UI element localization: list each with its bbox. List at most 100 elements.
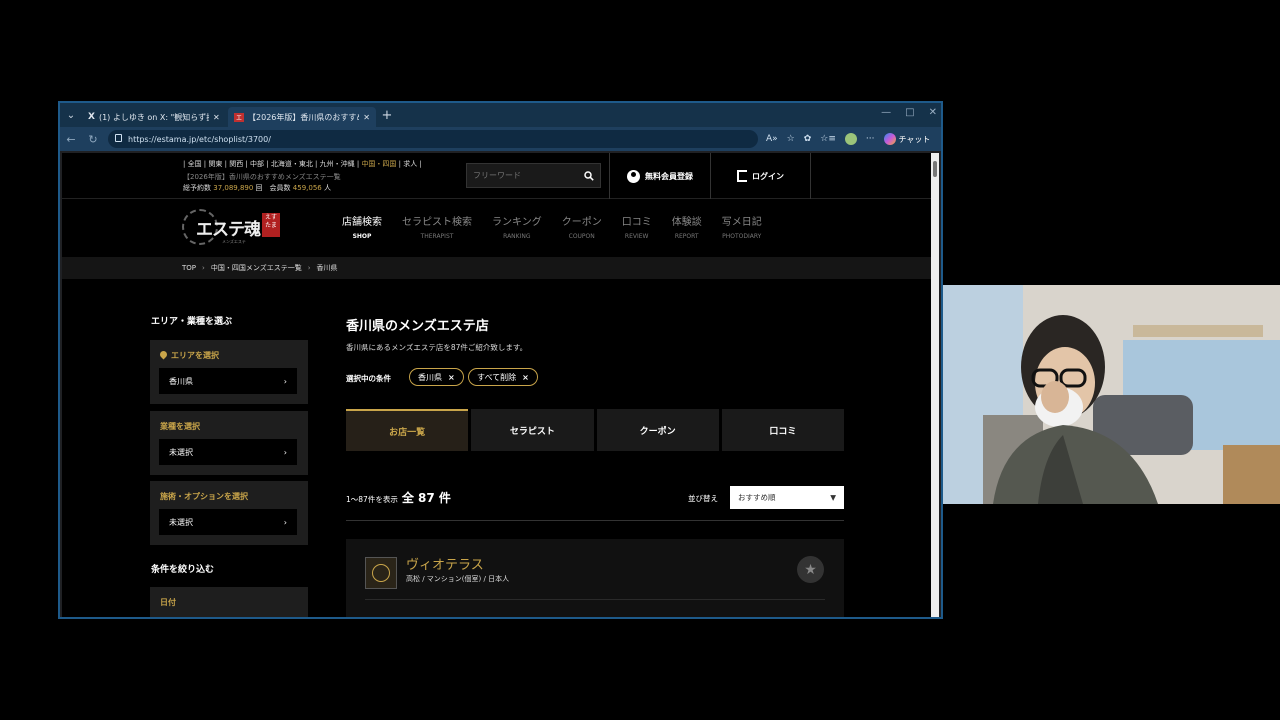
breadcrumb-current: 香川県 [316, 264, 338, 272]
close-window-button[interactable]: ✕ [929, 107, 937, 118]
reservation-count: 37,089,890 [213, 184, 254, 192]
sort-select[interactable]: おすすめ順 ▼ [730, 486, 844, 509]
minimize-button[interactable]: — [881, 107, 891, 118]
logo-tag: えすたま [262, 213, 280, 237]
copilot-icon [883, 133, 896, 145]
nav-label: 口コミ [621, 217, 652, 228]
region-current[interactable]: 中国・四国 [361, 160, 396, 168]
page-scrollbar[interactable] [931, 153, 939, 617]
tab-actions-button[interactable]: ⌄ [60, 105, 82, 125]
register-button[interactable]: 無料会員登録 [609, 153, 710, 199]
tab-coupons[interactable]: クーポン [596, 409, 719, 451]
stats-label: 総予約数 [183, 184, 214, 192]
area-select[interactable]: 香川県 › [159, 368, 297, 394]
login-icon [737, 170, 747, 182]
nav-sublabel: RANKING [503, 233, 531, 240]
scrollbar-thumb[interactable] [933, 161, 937, 177]
read-aloud-icon[interactable]: A» [766, 134, 778, 144]
login-button[interactable]: ログイン [710, 153, 811, 199]
member-count: 459,056 [292, 184, 322, 192]
toolbar-icons: A» ☆ ✿ ☆≡ ··· チャット [766, 133, 930, 145]
area-filter-label: エリアを選択 [160, 350, 219, 361]
date-filter[interactable]: 日付 [150, 587, 308, 617]
maximize-button[interactable]: □ [905, 107, 914, 118]
option-value: 未選択 [169, 517, 193, 527]
condition-chip-clear-all[interactable]: すべて削除 × [468, 368, 538, 386]
tab-reviews[interactable]: 口コミ [721, 409, 844, 451]
area-label-text: エリアを選択 [171, 351, 219, 360]
tab-therapists[interactable]: セラピスト [471, 409, 594, 451]
chevron-right-icon: › [283, 376, 287, 386]
browser-window: ⌄ X (1) よしゆき on X: "観知らず抜いた 検 ✕ エ 【2026年… [58, 101, 943, 619]
nav-sublabel: REPORT [674, 233, 699, 240]
nav-sublabel: REVIEW [624, 233, 649, 240]
screen: ⌄ X (1) よしゆき on X: "観知らず抜いた 検 ✕ エ 【2026年… [0, 0, 1280, 720]
copilot-chat-button[interactable]: チャット [883, 133, 930, 145]
tab-title: 【2026年版】香川県のおすすめメンズ: [248, 112, 359, 122]
industry-select[interactable]: 未選択 › [159, 439, 297, 465]
close-icon[interactable]: × [522, 373, 529, 382]
divider [346, 520, 844, 521]
favorites-icon[interactable]: ☆≡ [820, 134, 836, 144]
close-icon[interactable]: × [448, 373, 455, 382]
favorite-star-icon[interactable]: ★ [797, 556, 824, 583]
shop-logo-emblem [372, 564, 390, 582]
condition-chip-kagawa[interactable]: 香川県 × [409, 368, 464, 386]
tab-estama[interactable]: エ 【2026年版】香川県のおすすめメンズ: ✕ [228, 107, 376, 127]
search-input[interactable] [467, 164, 578, 187]
favorite-star-icon[interactable]: ☆ [787, 134, 795, 144]
extensions-icon[interactable]: ✿ [804, 134, 812, 144]
more-icon[interactable]: ··· [866, 134, 875, 144]
nav-shop[interactable]: 店舗検索 SHOP [332, 213, 392, 240]
nav-report[interactable]: 体験談 REPORT [662, 213, 712, 240]
nav-ranking[interactable]: ランキング RANKING [482, 213, 552, 240]
profile-icon[interactable] [844, 133, 857, 145]
tab-x[interactable]: X (1) よしゆき on X: "観知らず抜いた 検 ✕ [82, 107, 228, 127]
nav-sublabel: COUPON [568, 233, 595, 240]
chevron-right-icon: › [283, 517, 287, 527]
lock-icon [115, 134, 122, 142]
close-tab-icon[interactable]: ✕ [213, 113, 220, 122]
new-tab-button[interactable]: + [376, 105, 398, 125]
page-title: 香川県のメンズエステ店 [346, 319, 489, 334]
breadcrumb-top[interactable]: TOP [182, 264, 196, 272]
nav-review[interactable]: 口コミ REVIEW [612, 213, 662, 240]
search-icon[interactable] [578, 170, 600, 181]
address-bar[interactable]: https://estama.jp/etc/shoplist/3700/ [108, 130, 758, 148]
site-nav: エステ魂 えすたま メンズエステ 店舗検索 SHOP セラピスト検索 THERAPI… [62, 199, 931, 257]
industry-filter-label: 業種を選択 [160, 422, 200, 431]
count-total: 全 87 件 [401, 491, 451, 505]
area-filter: エリアを選択 香川県 › [150, 340, 308, 404]
industry-filter: 業種を選択 未選択 › [150, 411, 308, 475]
nav-label: セラピスト検索 [402, 217, 472, 228]
shop-card[interactable]: ヴィオテラス 高松 / マンション(個室) / 日本人 ★ [346, 539, 844, 617]
refresh-icon[interactable]: ↻ [86, 133, 100, 146]
nav-label: 体験談 [671, 217, 702, 228]
nav-photodiary[interactable]: 写メ日記 PHOTODIARY [712, 213, 772, 240]
nav-label: ランキング [492, 217, 542, 228]
shop-name[interactable]: ヴィオテラス [406, 554, 484, 573]
site-subtitle: 【2026年版】香川県のおすすめメンズエステ一覧 [183, 173, 341, 181]
site-logo[interactable]: エステ魂 えすたま メンズエステ [182, 207, 282, 247]
region-links[interactable]: | 全国 | 関東 | 関西 | 中部 | 北海道・東北 | 九州・沖縄 | 中… [183, 159, 422, 169]
region-list[interactable]: | 全国 | 関東 | 関西 | 中部 | 北海道・東北 | 九州・沖縄 | [183, 160, 361, 168]
breadcrumb-region[interactable]: 中国・四国メンズエステ一覧 [211, 263, 302, 273]
nav-therapist[interactable]: セラピスト検索 THERAPIST [392, 213, 482, 240]
nav-coupon[interactable]: クーポン COUPON [552, 213, 612, 240]
webcam-image [943, 285, 1280, 504]
tab-shops[interactable]: お店一覧 [346, 409, 469, 451]
site-top-bar: | 全国 | 関東 | 関西 | 中部 | 北海道・東北 | 九州・沖縄 | 中… [62, 153, 931, 199]
user-icon [627, 169, 640, 183]
window-controls: — □ ✕ [881, 107, 937, 118]
region-tail[interactable]: | 求人 | [396, 160, 422, 168]
nav-label: 写メ日記 [721, 217, 762, 228]
breadcrumb-separator: › [307, 264, 311, 272]
close-tab-icon[interactable]: ✕ [363, 113, 370, 122]
industry-value: 未選択 [169, 447, 193, 457]
site-stats: 総予約数 37,089,890 回 会員数 459,056 人 [183, 183, 331, 193]
back-icon[interactable]: ← [64, 133, 78, 146]
address-bar-row: ← ↻ https://estama.jp/etc/shoplist/3700/… [60, 127, 941, 151]
divider [365, 599, 825, 600]
option-select[interactable]: 未選択 › [159, 509, 297, 535]
x-logo-icon: X [88, 112, 95, 122]
